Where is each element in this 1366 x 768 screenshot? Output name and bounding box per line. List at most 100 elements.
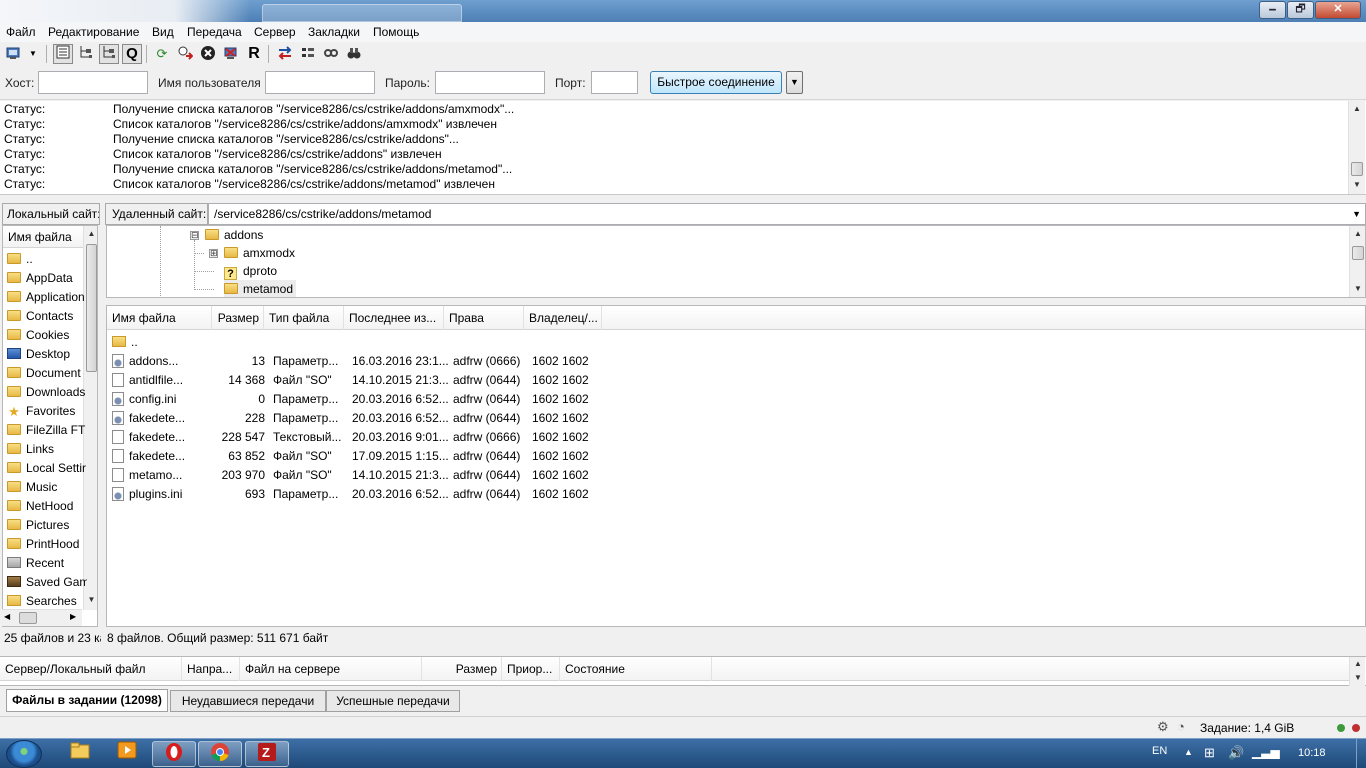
maximize-button[interactable]: 🗗 bbox=[1287, 1, 1314, 19]
column-modified[interactable]: Последнее из... bbox=[344, 306, 444, 330]
local-list-item[interactable]: Application bbox=[7, 288, 87, 307]
column-type[interactable]: Тип файла bbox=[264, 306, 344, 330]
table-row[interactable]: plugins.ini 693 Параметр... 20.03.2016 6:52… bbox=[107, 485, 1365, 504]
chrome-icon[interactable] bbox=[198, 741, 242, 767]
quick-connect-history-dropdown[interactable]: ▼ bbox=[786, 71, 803, 94]
clock-time[interactable]: 10:18 bbox=[1298, 747, 1326, 759]
tab-successful-transfers[interactable]: Успешные передачи bbox=[326, 690, 460, 712]
local-list-item[interactable]: ★ Favorites bbox=[7, 402, 87, 421]
tree-collapse-icon[interactable]: ⊟ bbox=[190, 231, 199, 240]
tray-expand-icon[interactable]: ▲ bbox=[1184, 747, 1193, 757]
local-list-item[interactable]: Links bbox=[7, 440, 87, 459]
queue-column-local-file[interactable]: Сервер/Локальный файл bbox=[0, 657, 182, 681]
local-column-name[interactable]: Имя файла bbox=[3, 226, 85, 248]
sync-browse-icon[interactable] bbox=[298, 44, 318, 64]
local-horizontal-scrollbar[interactable]: ◀ ▶ bbox=[2, 609, 82, 626]
queue-scrollbar[interactable]: ▲ ▼ bbox=[1349, 657, 1365, 686]
tree-scrollbar[interactable]: ▲ ▼ bbox=[1349, 226, 1365, 297]
local-list-item[interactable]: Recent bbox=[7, 554, 87, 573]
tree-expand-icon[interactable]: ⊞ bbox=[209, 249, 218, 258]
process-queue-icon[interactable] bbox=[175, 44, 195, 64]
disconnect-icon[interactable] bbox=[221, 44, 241, 64]
table-row[interactable]: addons... 13 Параметр... 16.03.2016 23:1...… bbox=[107, 352, 1365, 371]
menu-transfer[interactable]: Передача bbox=[187, 25, 242, 39]
close-button[interactable]: ✕ bbox=[1315, 1, 1361, 19]
chevron-down-icon[interactable]: ▼ bbox=[1352, 204, 1361, 224]
tab-failed-transfers[interactable]: Неудавшиеся передачи bbox=[170, 690, 326, 712]
password-input[interactable] bbox=[435, 71, 545, 94]
local-list-item[interactable]: Saved Gam bbox=[7, 573, 87, 592]
table-row[interactable]: config.ini 0 Параметр... 20.03.2016 6:52...… bbox=[107, 390, 1365, 409]
start-button[interactable] bbox=[6, 740, 42, 768]
filter-icon[interactable] bbox=[321, 44, 341, 64]
minimize-button[interactable]: 🗕 bbox=[1259, 1, 1286, 19]
host-input[interactable] bbox=[38, 71, 148, 94]
opera-icon[interactable] bbox=[152, 741, 196, 767]
menu-view[interactable]: Вид bbox=[152, 25, 174, 39]
local-list-item[interactable]: Cookies bbox=[7, 326, 87, 345]
menu-bookmarks[interactable]: Закладки bbox=[308, 25, 360, 39]
network-signal-icon[interactable]: ▁▃▅ bbox=[1252, 745, 1280, 759]
speed-limit-icon[interactable]: ◔ bbox=[1177, 719, 1185, 734]
local-list-item[interactable]: Local Settir bbox=[7, 459, 87, 478]
menu-edit[interactable]: Редактирование bbox=[48, 25, 139, 39]
local-file-list[interactable]: Имя файла ▲ ▼ .. AppData Application Contac… bbox=[2, 225, 98, 627]
local-list-item[interactable]: Document bbox=[7, 364, 87, 383]
queue-column-remote-file[interactable]: Файл на сервере bbox=[240, 657, 422, 681]
queue-column-size[interactable]: Размер bbox=[422, 657, 502, 681]
queue-column-status[interactable]: Состояние bbox=[560, 657, 712, 681]
tree-item-dproto[interactable]: ? dproto bbox=[224, 262, 277, 280]
local-list-item[interactable]: Desktop bbox=[7, 345, 87, 364]
local-list-item[interactable]: PrintHood bbox=[7, 535, 87, 554]
toggle-local-tree-icon[interactable] bbox=[76, 44, 96, 64]
filezilla-icon[interactable]: Z bbox=[245, 741, 289, 767]
action-center-icon[interactable]: ⊞ bbox=[1204, 745, 1215, 761]
local-list-item[interactable]: NetHood bbox=[7, 497, 87, 516]
media-player-icon[interactable] bbox=[105, 741, 149, 767]
toggle-log-icon[interactable] bbox=[53, 44, 73, 64]
queue-column-priority[interactable]: Приор... bbox=[502, 657, 560, 681]
column-size[interactable]: Размер bbox=[212, 306, 264, 330]
refresh-icon[interactable]: ⟳ bbox=[152, 44, 172, 64]
language-indicator[interactable]: EN bbox=[1152, 745, 1167, 757]
username-input[interactable] bbox=[265, 71, 375, 94]
table-row[interactable]: fakedete... 63 852 Файл "SO" 17.09.2015 1:1… bbox=[107, 447, 1365, 466]
local-list-item[interactable]: AppData bbox=[7, 269, 87, 288]
local-list-item[interactable]: Contacts bbox=[7, 307, 87, 326]
cancel-icon[interactable] bbox=[198, 44, 218, 64]
search-remote-icon[interactable] bbox=[344, 44, 364, 64]
volume-icon[interactable]: 🔊 bbox=[1228, 745, 1244, 761]
table-row[interactable]: antidlfile... 14 368 Файл "SO" 14.10.2015 2… bbox=[107, 371, 1365, 390]
explorer-icon[interactable] bbox=[58, 741, 102, 767]
port-input[interactable] bbox=[591, 71, 638, 94]
menu-server[interactable]: Сервер bbox=[254, 25, 296, 39]
log-scrollbar[interactable]: ▲ ▼ bbox=[1348, 101, 1365, 194]
tab-queued-files[interactable]: Файлы в задании (12098) bbox=[6, 689, 168, 712]
tree-item-amxmodx[interactable]: amxmodx bbox=[224, 244, 295, 262]
local-list-item[interactable]: Pictures bbox=[7, 516, 87, 535]
tree-item-addons[interactable]: addons bbox=[205, 226, 263, 244]
local-list-item[interactable]: .. bbox=[7, 250, 87, 269]
tree-item-metamod[interactable]: metamod bbox=[224, 280, 297, 297]
show-desktop-button[interactable] bbox=[1356, 739, 1366, 768]
menu-help[interactable]: Помощь bbox=[373, 25, 419, 39]
dropdown-arrow-icon[interactable]: ▼ bbox=[26, 44, 40, 64]
column-permissions[interactable]: Права bbox=[444, 306, 524, 330]
table-row[interactable]: .. bbox=[107, 333, 1365, 352]
column-filename[interactable]: Имя файла bbox=[107, 306, 212, 330]
quick-connect-button[interactable]: Быстрое соединение bbox=[650, 71, 782, 94]
remote-path-combobox[interactable]: /service8286/cs/cstrike/addons/metamod ▼ bbox=[208, 203, 1366, 225]
remote-file-list[interactable]: Имя файла Размер Тип файла Последнее из.… bbox=[106, 305, 1366, 627]
column-owner[interactable]: Владелец/... bbox=[524, 306, 602, 330]
toggle-remote-tree-icon[interactable] bbox=[99, 44, 119, 64]
local-list-item[interactable]: Music bbox=[7, 478, 87, 497]
site-manager-icon[interactable] bbox=[4, 44, 24, 64]
remote-directory-tree[interactable]: ⊟ addons ⊞ amxmodx ? dproto metamod ▲ ▼ bbox=[106, 225, 1366, 298]
local-list-item[interactable]: FileZilla FT bbox=[7, 421, 87, 440]
toggle-queue-icon[interactable]: Q bbox=[122, 44, 142, 64]
table-row[interactable]: metamo... 203 970 Файл "SO" 14.10.2015 21:3… bbox=[107, 466, 1365, 485]
menu-file[interactable]: Файл bbox=[6, 25, 36, 39]
queue-column-direction[interactable]: Напра... bbox=[182, 657, 240, 681]
reconnect-icon[interactable]: R bbox=[244, 44, 264, 64]
compare-icon[interactable] bbox=[275, 44, 295, 64]
